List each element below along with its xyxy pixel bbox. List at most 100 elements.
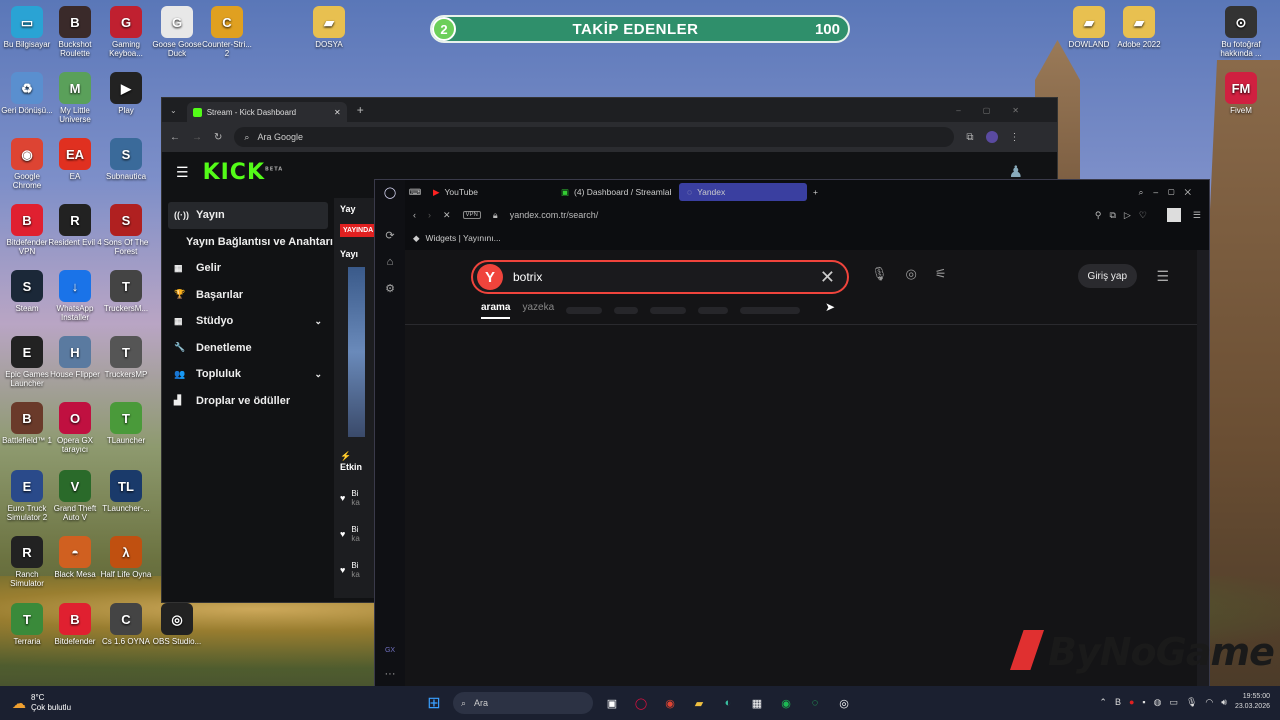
clear-icon[interactable]: ✕ — [820, 267, 835, 288]
desktop-icon[interactable]: ◎ OBS Studio... — [150, 603, 204, 646]
kick-sidebar-item[interactable]: ▟ Droplar ve ödüller — [168, 388, 328, 415]
window-controls[interactable]: ⌕–▢✕ — [1139, 187, 1201, 198]
hamburger-icon[interactable]: ☰ — [1156, 268, 1169, 285]
tray-volume-icon[interactable]: 🔊︎ — [1221, 697, 1227, 708]
opera-gx-taskbar-icon[interactable]: ◯ — [631, 693, 651, 713]
taskbar-search[interactable]: ⌕ Ara — [453, 692, 593, 714]
yandex-search-box[interactable]: Y botrix ✕ — [471, 260, 849, 294]
start-icon[interactable]: ⊞ — [424, 693, 444, 713]
more-icon[interactable]: ··· — [385, 668, 396, 680]
desktop-icon[interactable]: B Bitdefender — [48, 603, 102, 646]
kick-sidebar-item[interactable]: 🔧 Denetleme — [168, 335, 328, 362]
kick-sidebar-item[interactable]: 🏆 Başarılar — [168, 282, 328, 309]
login-button[interactable]: Giriş yap — [1077, 264, 1137, 288]
opera-tab-youtube[interactable]: ▶ YouTube — [425, 183, 553, 201]
desktop-icon[interactable]: T TLauncher — [99, 402, 153, 445]
microphone-icon[interactable]: 🎙︎ — [871, 266, 888, 282]
desktop-icon[interactable]: H House Flipper — [48, 336, 102, 379]
activity-row[interactable]: ♥ Bi ka — [334, 480, 379, 516]
forward-icon[interactable]: › — [428, 210, 431, 220]
desktop-icon[interactable]: EA EA — [48, 138, 102, 181]
back-icon[interactable]: ← — [170, 132, 180, 143]
stop-icon[interactable]: ✕ — [443, 210, 451, 221]
yandex-logo[interactable]: Y — [477, 264, 503, 290]
tab-search-chevron-icon[interactable]: ⌄ — [170, 106, 177, 115]
tab-yazeka[interactable]: yazeka — [522, 302, 554, 319]
kick-sidebar-item[interactable]: ((·)) Yayın — [168, 202, 328, 229]
desktop-icon[interactable]: λ Half Life Oyna — [99, 536, 153, 579]
desktop-icon[interactable]: ▰ DOWLAND — [1062, 6, 1116, 49]
edge-icon[interactable]: ◐ — [718, 693, 738, 713]
kick-sidebar-item[interactable]: 👥 Topluluk ⌄ — [168, 361, 328, 388]
desktop-icon[interactable]: G Gaming Keyboa... — [99, 6, 153, 58]
desktop-icon[interactable]: ♻ Geri Dönüşü... — [0, 72, 54, 115]
activity-row[interactable]: ♥ Bi ka — [334, 516, 379, 552]
desktop-icon[interactable]: V Grand Theft Auto V — [48, 470, 102, 522]
desktop-icon[interactable]: B Bitdefender VPN — [0, 204, 54, 256]
tray-network-icon[interactable]: ▭ — [1169, 697, 1178, 708]
desktop-icon[interactable]: C Cs 1.6 OYNA — [99, 603, 153, 646]
desktop-icon[interactable]: S Subnautica — [99, 138, 153, 181]
desktop-icon[interactable]: G Goose Goose Duck — [150, 6, 204, 58]
desktop-icon[interactable]: T Terraria — [0, 603, 54, 646]
profile-avatar[interactable] — [985, 131, 998, 143]
chrome-tab-kick[interactable]: Stream - Kick Dashboard ✕ — [186, 102, 347, 122]
desktop-icon[interactable]: R Ranch Simulator — [0, 536, 54, 588]
desktop-icon[interactable]: ↓ WhatsApp Installer — [48, 270, 102, 322]
obs-taskbar-icon[interactable]: ◎ — [834, 693, 854, 713]
clock[interactable]: 19:55:00 23.03.2026 — [1235, 692, 1270, 712]
tab-close-icon[interactable]: ✕ — [334, 108, 341, 117]
weather-widget[interactable]: ☁ 8°C Çok bulutlu — [12, 693, 71, 713]
flow-icon[interactable]: ⌂ — [387, 256, 394, 268]
bookmark-widgets[interactable]: Widgets | Yayınını... — [426, 233, 501, 243]
desktop-icon[interactable]: M My Little Universe — [48, 72, 102, 124]
toolbar-icons[interactable]: ⚲⧉▷♡ — [1095, 210, 1155, 221]
desktop-icon[interactable]: E Epic Games Launcher — [0, 336, 54, 388]
kick-sidebar-item[interactable]: Yayın Bağlantısı ve Anahtarı — [168, 229, 333, 256]
tray-steam-icon[interactable]: ◍ — [1154, 697, 1162, 708]
tab-arama[interactable]: arama — [481, 302, 511, 319]
opera-tab-streamlabs[interactable]: ▣ (4) Dashboard / Streamlab — [553, 183, 679, 201]
settings-icon[interactable]: ⚙ — [385, 282, 395, 295]
forward-icon[interactable]: → — [192, 132, 202, 143]
refresh-icon[interactable]: ⟳ — [385, 229, 394, 242]
desktop-icon[interactable]: O Opera GX tarayıcı — [48, 402, 102, 454]
desktop-icon[interactable]: T TruckersM... — [99, 270, 153, 313]
desktop-icon[interactable]: C Counter-Stri... 2 — [200, 6, 254, 58]
task-view-icon[interactable]: ▣ — [602, 693, 622, 713]
desktop-icon[interactable]: ▭ Bu Bilgisayar — [0, 6, 54, 49]
vpn-badge[interactable]: VPN — [462, 211, 481, 219]
tray-record-icon[interactable]: ● — [1129, 697, 1134, 707]
menu-icon[interactable]: ☰ — [1193, 210, 1201, 221]
tray-chevron-icon[interactable]: ⌃ — [1099, 697, 1107, 708]
desktop-icon[interactable]: S Sons Of The Forest — [99, 204, 153, 256]
opera-tab-yandex[interactable]: ◌ Yandex — [679, 183, 807, 201]
desktop-icon[interactable]: B Battlefield™ 1 — [0, 402, 54, 445]
desktop-icon[interactable]: E Euro Truck Simulator 2 — [0, 470, 54, 522]
back-icon[interactable]: ‹ — [413, 210, 416, 220]
kick-sidebar-item[interactable]: ▦ Gelir — [168, 255, 328, 282]
menu-dots-icon[interactable]: ⋮ — [1010, 132, 1020, 143]
tab-island-icon[interactable]: ⌨ — [405, 187, 425, 198]
extensions-icon[interactable]: ⧉ — [966, 132, 973, 143]
kick-logo[interactable]: KICKBETA — [203, 160, 284, 185]
desktop-icon[interactable]: S Steam — [0, 270, 54, 313]
camera-search-icon[interactable]: ◎ — [906, 266, 917, 282]
tray-microphone-icon[interactable]: 🎙︎ — [1186, 697, 1197, 708]
desktop-icon[interactable]: ▰ DOSYA — [302, 6, 356, 49]
tray-bitdefender-icon[interactable]: B — [1115, 697, 1121, 707]
reload-icon[interactable]: ↻ — [214, 132, 222, 143]
desktop-icon[interactable]: ◓ Black Mesa — [48, 536, 102, 579]
desktop-icon[interactable]: ⊙ Bu fotoğraf hakkında ... — [1214, 6, 1268, 58]
tray-nvidia-icon[interactable]: ▪ — [1142, 697, 1145, 707]
profile-avatar[interactable] — [1166, 208, 1181, 222]
chrome-omnibox[interactable]: ⌕ Ara Google — [234, 127, 955, 147]
store-icon[interactable]: ▦ — [747, 693, 767, 713]
file-explorer-icon[interactable]: ▰ — [689, 693, 709, 713]
stream-preview[interactable] — [348, 267, 365, 437]
url-text[interactable]: yandex.com.tr/search/ — [510, 210, 599, 220]
spotify-icon[interactable]: ◉ — [776, 693, 796, 713]
desktop-icon[interactable]: ◉ Google Chrome — [0, 138, 54, 190]
kick-sidebar-item[interactable]: ▦ Stüdyo ⌄ — [168, 308, 328, 335]
filters-icon[interactable]: ⚟ — [935, 266, 947, 282]
